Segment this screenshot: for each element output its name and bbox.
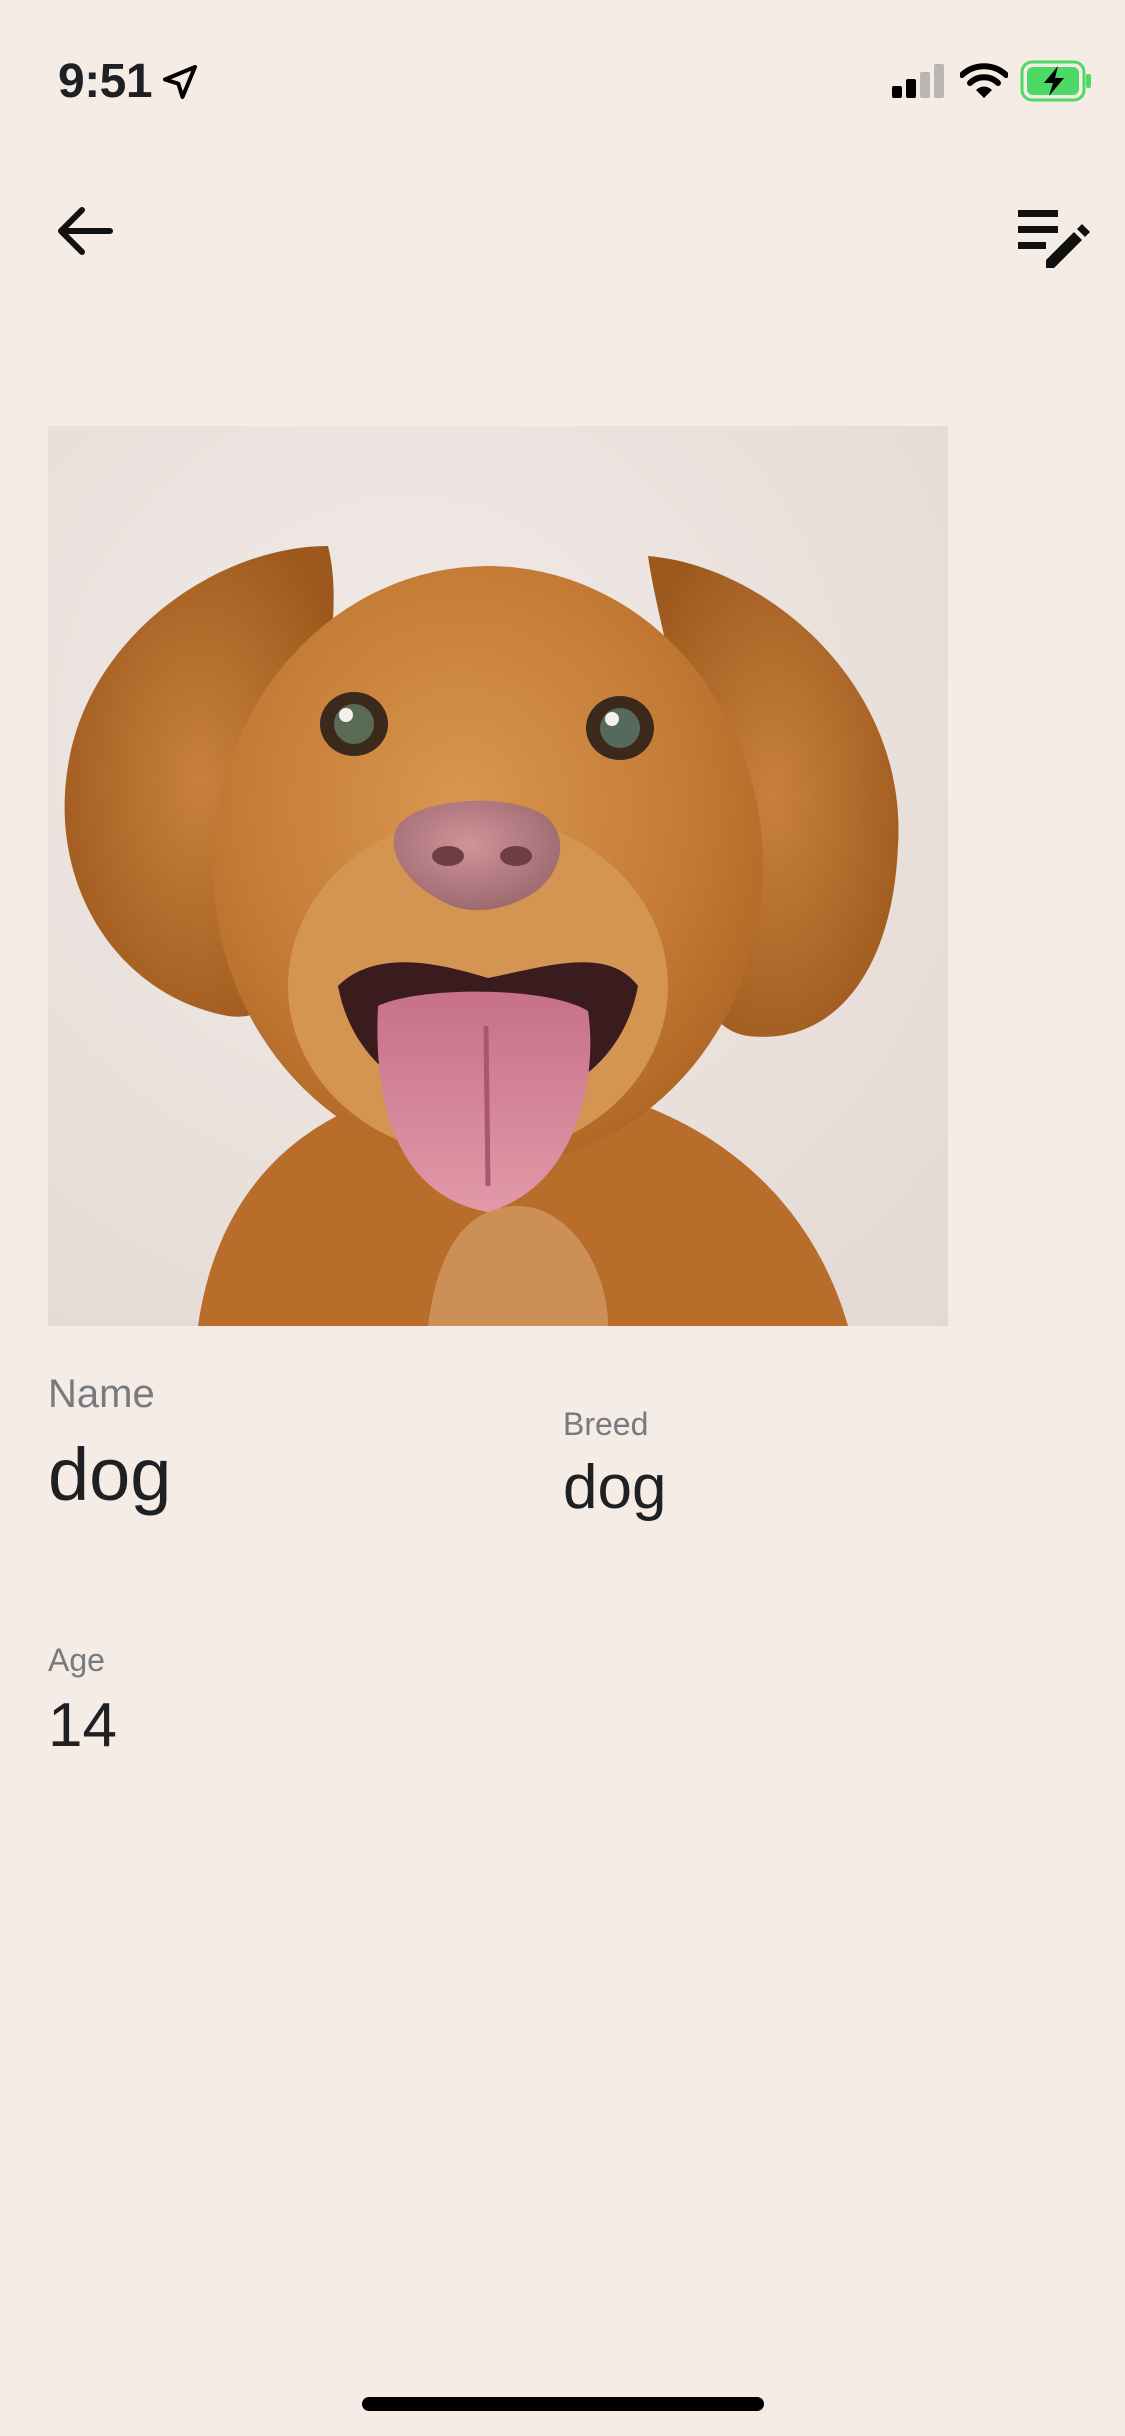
list-edit-icon <box>1018 210 1090 268</box>
back-button[interactable] <box>50 196 120 266</box>
edit-button[interactable] <box>1010 196 1090 276</box>
dog-photo <box>48 426 948 1326</box>
status-bar: 9:51 <box>0 0 1125 140</box>
age-value: 14 <box>48 1691 117 1760</box>
wifi-icon <box>960 63 1008 98</box>
age-label: Age <box>48 1642 105 1678</box>
breed-value: dog <box>563 1453 667 1522</box>
breed-label: Breed <box>563 1406 649 1442</box>
status-time: 9:51 <box>58 55 153 108</box>
arrow-left-icon <box>58 207 113 255</box>
name-label: Name <box>48 1372 155 1416</box>
name-value: dog <box>48 1433 172 1516</box>
cellular-signal-icon <box>892 64 944 98</box>
battery-charging-icon <box>1020 60 1091 102</box>
home-indicator[interactable] <box>362 2397 764 2411</box>
location-arrow-icon <box>163 65 197 99</box>
